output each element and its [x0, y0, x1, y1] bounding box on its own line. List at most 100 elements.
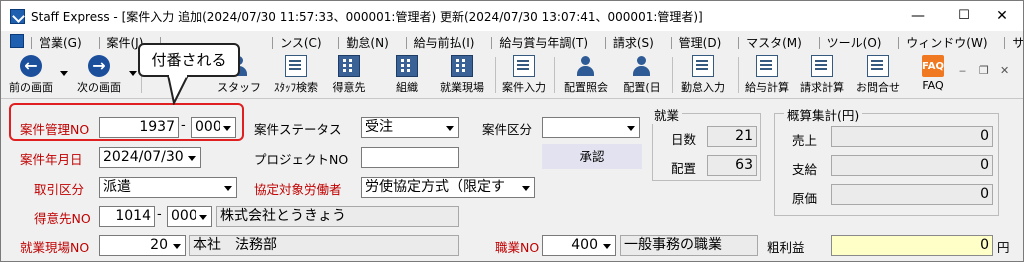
site-no-field[interactable]: 20 — [99, 235, 186, 256]
site-no-value: 20 — [150, 237, 168, 253]
job-name-field: 一般事務の職業 — [620, 235, 758, 256]
client-button[interactable]: 得意先 — [329, 53, 369, 97]
chevron-down-icon — [221, 178, 236, 197]
days-field: 21 — [707, 126, 757, 147]
app-icon — [10, 9, 25, 24]
org-button[interactable]: 組織 — [387, 53, 427, 97]
menu-billing[interactable]: 請求(S) — [605, 36, 654, 50]
menu-case[interactable]: 案件(J) — [99, 36, 144, 50]
billing-icon — [811, 55, 833, 77]
staff-search-button[interactable]: ｽﾀｯﾌ検索 — [269, 53, 323, 97]
gross-profit-field[interactable]: 0 — [831, 235, 993, 256]
placement-inquiry-label: 配置照会 — [564, 81, 608, 94]
application-window: Staff Express - [案件入力 追加(2024/07/30 11:5… — [0, 0, 1024, 262]
staff-label: スタッフ — [217, 81, 261, 94]
client-name-field: 株式会社とうきょう — [216, 206, 459, 227]
menu-admin[interactable]: 管理(D) — [671, 36, 722, 50]
next-screen-button[interactable]: → 次の画面 — [73, 53, 125, 97]
callout-annotation: 付番される — [138, 43, 240, 77]
job-no-value: 400 — [571, 237, 598, 253]
placement-inquiry-button[interactable]: 配置照会 — [559, 53, 613, 97]
toolbar-separator — [738, 57, 739, 93]
deal-type-select[interactable]: 派遣 — [99, 177, 237, 198]
status-label: 案件ステータス — [254, 122, 342, 137]
case-input-icon — [513, 55, 535, 77]
next-dropdown-icon[interactable] — [129, 71, 137, 76]
org-label: 組織 — [396, 81, 418, 94]
client-no-field[interactable]: 1014 — [99, 206, 155, 227]
client-sub-value: 000 — [171, 208, 198, 224]
toolbar-separator — [554, 57, 555, 93]
category-select[interactable] — [542, 117, 640, 138]
job-no-label: 職業NO — [495, 240, 540, 255]
faq-icon: FAQ — [922, 55, 944, 77]
approve-button[interactable]: 承認 — [542, 144, 642, 169]
deal-type-label: 取引区分 — [34, 182, 85, 197]
menu-tools[interactable]: ツール(O) — [819, 36, 882, 50]
minimize-button[interactable]: — — [895, 1, 941, 31]
deal-type-value: 派遣 — [103, 179, 131, 195]
sales-label: 売上 — [792, 133, 818, 148]
sales-field: 0 — [831, 126, 993, 147]
date-field[interactable]: 2024/07/30 — [99, 147, 201, 168]
staff-search-label: ｽﾀｯﾌ検索 — [274, 81, 318, 94]
project-field[interactable] — [361, 147, 459, 168]
site-no-label: 就業現場NO — [20, 240, 90, 255]
prev-dropdown-icon[interactable] — [60, 71, 68, 76]
cost-label: 原価 — [792, 191, 818, 206]
agreement-value: 労使協定方式（限定す — [365, 179, 505, 195]
menu-master[interactable]: マスタ(M) — [738, 36, 802, 50]
faq-button[interactable]: FAQ FAQ — [913, 53, 953, 97]
placement-icon — [575, 55, 597, 77]
placement-day-button[interactable]: 配置(日 — [617, 53, 667, 97]
days-label: 日数 — [671, 132, 697, 147]
arrow-right-icon: → — [88, 55, 110, 77]
job-no-field[interactable]: 400 — [542, 235, 616, 256]
prev-screen-button[interactable]: ← 前の画面 — [5, 53, 57, 97]
building-icon — [338, 55, 360, 77]
prev-screen-label: 前の画面 — [9, 81, 53, 94]
placement-day-label: 配置(日 — [623, 81, 661, 94]
inbox-icon — [867, 55, 889, 77]
staff-search-icon — [285, 55, 307, 77]
site-label: 就業現場 — [440, 81, 484, 94]
title-bar: Staff Express - [案件入力 追加(2024/07/30 11:5… — [1, 1, 1023, 31]
billing-calc-button[interactable]: 請求計算 — [795, 53, 849, 97]
close-button[interactable]: ✕ — [979, 1, 1023, 31]
menu-license[interactable]: ンス(C) — [272, 36, 322, 50]
site-name-field: 本社 法務部 — [189, 235, 459, 256]
status-select[interactable]: 受注 — [361, 117, 459, 138]
toolbar-separator — [672, 57, 673, 93]
menu-support[interactable]: サポート(H) — [1004, 36, 1023, 50]
attendance-icon — [692, 55, 714, 77]
date-label: 案件年月日 — [20, 152, 83, 167]
placement-day-icon — [631, 55, 653, 77]
menu-window[interactable]: ウィンドウ(W) — [898, 36, 987, 50]
attendance-input-button[interactable]: 勤怠入力 — [675, 53, 731, 97]
client-label: 得意先 — [332, 81, 366, 94]
org-building-icon — [396, 55, 418, 77]
payroll-calc-button[interactable]: 給与計算 — [741, 53, 793, 97]
gross-profit-label: 粗利益 — [767, 240, 805, 255]
menu-payroll[interactable]: 給与賞与年調(T) — [491, 36, 588, 50]
client-sub-select[interactable]: 000 — [167, 206, 212, 227]
date-value: 2024/07/30 — [103, 149, 184, 165]
case-input-button[interactable]: 案件入力 — [498, 53, 550, 97]
chevron-down-icon — [624, 118, 639, 137]
next-screen-label: 次の画面 — [77, 81, 121, 94]
menu-attendance[interactable]: 勤怠(N) — [338, 36, 388, 50]
menu-sales[interactable]: 営業(G) — [31, 36, 82, 50]
agreement-select[interactable]: 労使協定方式（限定す — [361, 177, 535, 198]
payroll-calc-label: 給与計算 — [745, 81, 789, 94]
placement-count-label: 配置 — [671, 161, 697, 176]
site-button[interactable]: 就業現場 — [433, 53, 491, 97]
contact-button[interactable]: お問合せ — [851, 53, 905, 97]
project-label: プロジェクトNO — [254, 152, 349, 167]
window-title: Staff Express - [案件入力 追加(2024/07/30 11:5… — [31, 10, 703, 24]
calendar-dropdown-icon — [185, 148, 200, 167]
menu-advance-pay[interactable]: 給与前払(I) — [406, 36, 475, 50]
placement-count-field: 63 — [707, 155, 757, 176]
calculator-icon — [756, 55, 778, 77]
chevron-down-icon — [443, 118, 458, 137]
case-input-label: 案件入力 — [502, 81, 546, 94]
